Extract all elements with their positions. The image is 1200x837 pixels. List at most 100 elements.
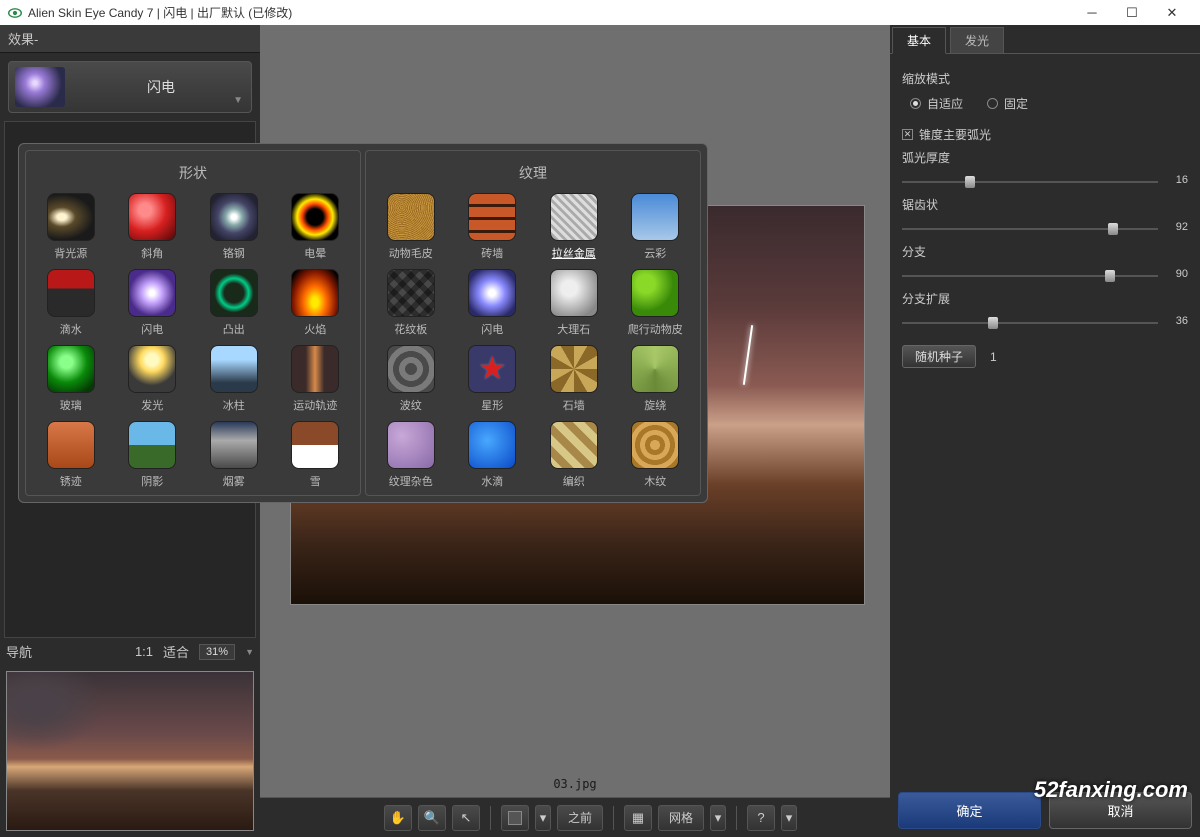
- navigator-thumbnail[interactable]: [6, 671, 254, 831]
- effect-label: 凸出: [223, 321, 245, 337]
- effect-label: 爬行动物皮: [628, 321, 683, 337]
- effect-snow[interactable]: 雪: [277, 421, 355, 489]
- effect-corona[interactable]: 电晕: [277, 193, 355, 261]
- seed-value[interactable]: 1: [990, 350, 997, 364]
- nav-ratio[interactable]: 1:1: [135, 644, 153, 659]
- minimize-button[interactable]: ─: [1072, 5, 1112, 20]
- effect-label: 滴水: [60, 321, 82, 337]
- nav-fit[interactable]: 适合: [163, 642, 189, 661]
- ripple-icon: [387, 345, 435, 393]
- effect-weave[interactable]: 编织: [535, 421, 613, 489]
- slider-jagged[interactable]: 92: [902, 221, 1188, 237]
- effect-lightning[interactable]: 闪电: [114, 269, 192, 337]
- random-seed-button[interactable]: 随机种子: [902, 345, 976, 368]
- effect-label: 编织: [563, 473, 585, 489]
- effect-tlightning[interactable]: 闪电: [454, 269, 532, 337]
- background-menu[interactable]: ▾: [535, 805, 551, 831]
- fire-icon: [291, 269, 339, 317]
- weave-icon: [550, 421, 598, 469]
- lightning-icon: [15, 67, 65, 107]
- effect-fire[interactable]: 火焰: [277, 269, 355, 337]
- help-button[interactable]: ?: [747, 805, 775, 831]
- effect-shadow[interactable]: 阴影: [114, 421, 192, 489]
- pointer-tool[interactable]: ↖: [452, 805, 480, 831]
- effect-chrome[interactable]: 铬钢: [195, 193, 273, 261]
- effect-metal[interactable]: 拉丝金属: [535, 193, 613, 261]
- effect-label: 大理石: [557, 321, 590, 337]
- close-button[interactable]: ✕: [1152, 5, 1192, 21]
- effect-wood[interactable]: 木纹: [617, 421, 695, 489]
- window-title: Alien Skin Eye Candy 7 | 闪电 | 出厂默认 (已修改): [28, 4, 292, 21]
- chrome-icon: [210, 193, 258, 241]
- effect-rust[interactable]: 锈迹: [32, 421, 110, 489]
- effect-brick[interactable]: 砖墙: [454, 193, 532, 261]
- tab-glow[interactable]: 发光: [950, 27, 1004, 53]
- effect-label: 闪电: [141, 321, 163, 337]
- effect-label: 锈迹: [60, 473, 82, 489]
- effect-marble[interactable]: 大理石: [535, 269, 613, 337]
- effect-label: 动物毛皮: [389, 245, 433, 261]
- zoom-chevron-icon[interactable]: ▼: [245, 647, 254, 657]
- effect-water[interactable]: 水滴: [454, 421, 532, 489]
- effect-reptile[interactable]: 爬行动物皮: [617, 269, 695, 337]
- zoom-tool[interactable]: 🔍: [418, 805, 446, 831]
- slider2-label: 锯齿状: [902, 196, 1188, 213]
- title-bar: Alien Skin Eye Candy 7 | 闪电 | 出厂默认 (已修改)…: [0, 0, 1200, 25]
- effect-label: 闪电: [71, 77, 251, 97]
- effect-label: 雪: [310, 473, 321, 489]
- fur-icon: [387, 193, 435, 241]
- effect-label: 纹理杂色: [389, 473, 433, 489]
- chevron-down-icon: ▼: [233, 95, 243, 106]
- effect-glow[interactable]: 发光: [114, 345, 192, 413]
- effect-motion[interactable]: 运动轨迹: [277, 345, 355, 413]
- slider-arc-thickness[interactable]: 16: [902, 174, 1188, 190]
- effect-smoke[interactable]: 烟雾: [195, 421, 273, 489]
- help-menu[interactable]: ▾: [781, 805, 797, 831]
- wood-icon: [631, 421, 679, 469]
- effect-label: 砖墙: [481, 245, 503, 261]
- effect-star[interactable]: 星形: [454, 345, 532, 413]
- lightning-icon: [128, 269, 176, 317]
- snow-icon: [291, 421, 339, 469]
- grid-toggle[interactable]: ▦: [624, 805, 652, 831]
- slider-branch[interactable]: 90: [902, 268, 1188, 284]
- effect-bevel[interactable]: 斜角: [114, 193, 192, 261]
- effect-extrude[interactable]: 凸出: [195, 269, 273, 337]
- effect-noise[interactable]: 纹理杂色: [372, 421, 450, 489]
- smoke-icon: [210, 421, 258, 469]
- extrude-icon: [210, 269, 258, 317]
- before-button[interactable]: 之前: [557, 805, 603, 831]
- slider3-label: 分支: [902, 243, 1188, 260]
- effect-ripple[interactable]: 波纹: [372, 345, 450, 413]
- effect-selector[interactable]: 闪电 ▼: [8, 61, 252, 113]
- effect-fur[interactable]: 动物毛皮: [372, 193, 450, 261]
- hand-tool[interactable]: ✋: [384, 805, 412, 831]
- effect-icicle[interactable]: 冰柱: [195, 345, 273, 413]
- effect-drip[interactable]: 滴水: [32, 269, 110, 337]
- effect-label: 发光: [141, 397, 163, 413]
- tlightning-icon: [468, 269, 516, 317]
- slider1-label: 弧光厚度: [902, 149, 1188, 166]
- zoom-select[interactable]: 31%: [199, 644, 235, 660]
- ok-button[interactable]: 确定: [898, 792, 1041, 829]
- radio-fixed[interactable]: 固定: [987, 95, 1028, 112]
- effect-label: 运动轨迹: [293, 397, 337, 413]
- effect-diamond[interactable]: 花纹板: [372, 269, 450, 337]
- slider-branch-spread[interactable]: 36: [902, 315, 1188, 331]
- effect-backlight[interactable]: 背光源: [32, 193, 110, 261]
- tab-basic[interactable]: 基本: [892, 27, 946, 54]
- background-color[interactable]: [501, 805, 529, 831]
- effect-swirl[interactable]: 旋绕: [617, 345, 695, 413]
- maximize-button[interactable]: ☐: [1112, 5, 1152, 21]
- effect-label: 背光源: [54, 245, 87, 261]
- checkbox-taper[interactable]: ✕锥度主要弧光: [902, 126, 1188, 143]
- effect-stone[interactable]: 石墙: [535, 345, 613, 413]
- filename-label: 03.jpg: [260, 777, 890, 791]
- backlight-icon: [47, 193, 95, 241]
- bevel-icon: [128, 193, 176, 241]
- grid-menu[interactable]: ▾: [710, 805, 726, 831]
- effect-cloud[interactable]: 云彩: [617, 193, 695, 261]
- radio-fit[interactable]: 自适应: [910, 95, 963, 112]
- effect-glass[interactable]: 玻璃: [32, 345, 110, 413]
- grid-label[interactable]: 网格: [658, 805, 704, 831]
